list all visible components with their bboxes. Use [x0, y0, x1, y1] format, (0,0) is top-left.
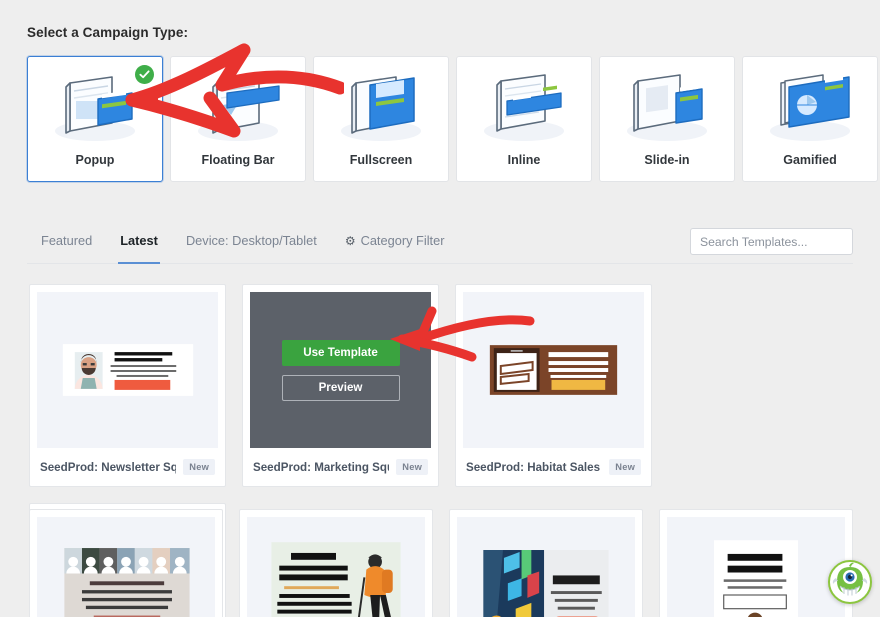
template-card-row2-1[interactable] [29, 509, 223, 617]
page-title: Select a Campaign Type: [27, 25, 189, 40]
tab-device-filter[interactable]: Device: Desktop/Tablet [172, 222, 331, 263]
tab-category-filter[interactable]: ⚙ Category Filter [331, 222, 459, 263]
template-name: SeedProd: Newsletter Squeeze [40, 460, 176, 474]
gamified-illustration [770, 71, 850, 141]
gear-icon: ⚙ [344, 234, 356, 248]
inline-illustration [484, 74, 564, 141]
search-templates-box[interactable] [690, 228, 853, 255]
campaign-type-inline[interactable]: Inline [456, 56, 592, 182]
tab-featured[interactable]: Featured [27, 222, 106, 263]
campaign-type-label: Floating Bar [201, 153, 275, 167]
campaign-type-popup[interactable]: Popup [27, 56, 163, 182]
template-filter-bar: Featured Latest Device: Desktop/Tablet ⚙… [27, 222, 853, 264]
template-card-habitat-sales[interactable]: SeedProd: Habitat Sales New [455, 284, 652, 487]
template-hover-overlay: Use Template Preview [250, 292, 431, 448]
template-card-footer: SeedProd: Marketing Squeeze New [243, 448, 438, 486]
newsletter-squeeze-preview [37, 292, 218, 448]
preview-button[interactable]: Preview [281, 374, 400, 401]
fullscreen-illustration [341, 76, 421, 141]
popup-illustration [55, 76, 135, 141]
campaign-type-slide-in[interactable]: Slide-in [599, 56, 735, 182]
habitat-sales-preview [463, 292, 644, 448]
search-input[interactable] [691, 229, 852, 254]
template-name: SeedProd: Marketing Squeeze [253, 460, 389, 474]
tab-label: Featured [41, 233, 93, 248]
form-template-preview [667, 518, 845, 617]
slide-in-illustration [627, 74, 707, 141]
hiker-template-preview [247, 518, 425, 617]
template-card-footer: SeedProd: Habitat Sales New [456, 448, 651, 486]
filter-tabs: Featured Latest Device: Desktop/Tablet ⚙… [27, 222, 459, 264]
use-template-button[interactable]: Use Template [281, 339, 400, 366]
status-badge: New [396, 459, 428, 475]
campaign-type-label: Popup [75, 153, 115, 167]
campaign-type-fullscreen[interactable]: Fullscreen [313, 56, 449, 182]
template-card-newsletter-squeeze[interactable]: SeedProd: Newsletter Squeeze New [29, 284, 226, 487]
abstract-template-preview [457, 518, 635, 617]
campaign-type-label: Inline [507, 153, 541, 167]
green-monster-mascot-icon [831, 562, 869, 601]
campaign-type-list: Popup Floating Bar Fullscreen Inline Sli… [27, 56, 880, 182]
campaign-type-floating-bar[interactable]: Floating Bar [170, 56, 306, 182]
status-badge: New [609, 459, 641, 475]
tab-label: Category Filter [360, 233, 445, 248]
template-name: SeedProd: Habitat Sales [466, 460, 601, 474]
status-badge: New [183, 459, 215, 475]
template-thumbnail [37, 292, 218, 448]
template-thumbnail [247, 517, 425, 617]
selected-check-icon [135, 65, 154, 84]
template-thumbnail [667, 517, 845, 617]
campaign-type-gamified[interactable]: Gamified [742, 56, 878, 182]
template-card-row2-2[interactable] [239, 509, 433, 617]
template-picker-page: Select a Campaign Type: Popup Floating B… [0, 0, 880, 617]
chat-widget-button[interactable] [828, 560, 872, 604]
template-card-marketing-squeeze[interactable]: Use Template Preview SeedProd: Marketing… [242, 284, 439, 487]
floating-bar-illustration [198, 76, 280, 141]
template-thumbnail [37, 517, 215, 617]
team-template-preview [37, 518, 215, 617]
template-card-row2-4[interactable] [659, 509, 853, 617]
template-card-footer: SeedProd: Newsletter Squeeze New [30, 448, 225, 486]
template-thumbnail: Use Template Preview [250, 292, 431, 448]
tab-label: Latest [120, 233, 158, 248]
campaign-type-label: Gamified [783, 153, 837, 167]
template-thumbnail [457, 517, 635, 617]
template-thumbnail [463, 292, 644, 448]
campaign-type-label: Slide-in [644, 153, 690, 167]
tab-label: Device: Desktop/Tablet [185, 233, 317, 248]
tab-latest[interactable]: Latest [106, 222, 172, 264]
template-card-row2-3[interactable] [449, 509, 643, 617]
template-grid-next-row [29, 509, 853, 617]
campaign-type-label: Fullscreen [349, 153, 413, 167]
